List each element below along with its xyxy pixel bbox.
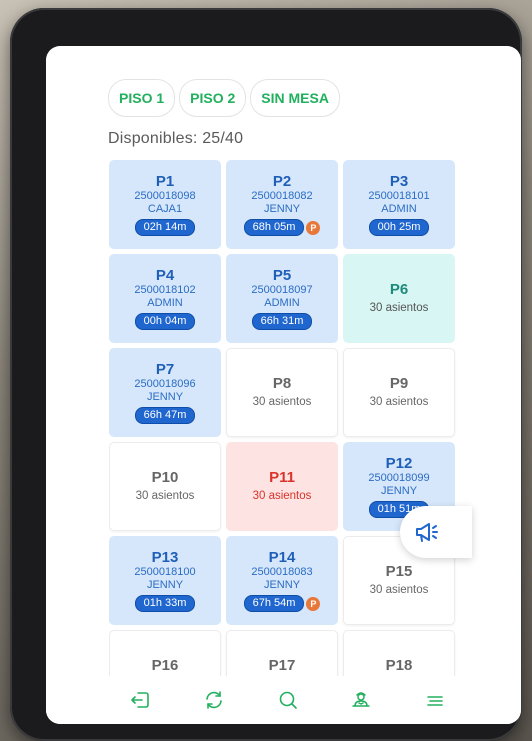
tab-sin-mesa[interactable]: SIN MESA: [250, 79, 340, 117]
announcement-button[interactable]: [400, 506, 472, 558]
order-number: 2500018099: [368, 472, 430, 484]
floor-tabs: PISO 1 PISO 2 SIN MESA: [108, 79, 340, 117]
refresh-icon[interactable]: [202, 688, 226, 712]
waiter-icon[interactable]: [349, 688, 373, 712]
elapsed-time-row: 00h 04m: [134, 313, 196, 330]
pending-badge: P: [306, 220, 321, 235]
table-card-p18[interactable]: P18: [343, 630, 455, 676]
table-name: P9: [389, 375, 409, 392]
elapsed-time-row: 00h 25m: [368, 219, 430, 236]
seat-count: 30 asientos: [369, 302, 429, 314]
elapsed-time-row: 67h 54m P: [243, 595, 321, 612]
elapsed-time-badge: 00h 04m: [134, 313, 196, 330]
waiter-name: ADMIN: [264, 297, 300, 309]
table-card-p3[interactable]: P3 2500018101 ADMIN 00h 25m: [343, 160, 455, 249]
order-number: 2500018096: [134, 378, 196, 390]
waiter-name: JENNY: [263, 579, 301, 591]
table-name: P4: [155, 267, 175, 284]
seat-count: 30 asientos: [252, 396, 312, 408]
table-card-p5[interactable]: P5 2500018097 ADMIN 66h 31m: [226, 254, 338, 343]
table-card-p9[interactable]: P9 30 asientos: [343, 348, 455, 437]
table-card-p8[interactable]: P8 30 asientos: [226, 348, 338, 437]
table-name: P1: [155, 173, 175, 190]
tablet-frame: PISO 1 PISO 2 SIN MESA Disponibles: 25/4…: [10, 8, 522, 741]
table-name: P17: [268, 657, 296, 674]
table-card-p2[interactable]: P2 2500018082 JENNY 68h 05m P: [226, 160, 338, 249]
seat-count: 30 asientos: [369, 584, 429, 596]
table-card-p17[interactable]: P17: [226, 630, 338, 676]
table-name: P12: [385, 455, 413, 472]
table-name: P3: [389, 173, 409, 190]
waiter-name: JENNY: [263, 203, 301, 215]
waiter-name: JENNY: [146, 391, 184, 403]
waiter-name: ADMIN: [381, 203, 417, 215]
waiter-name: CAJA1: [147, 203, 183, 215]
app-screen: PISO 1 PISO 2 SIN MESA Disponibles: 25/4…: [46, 46, 521, 724]
table-card-p14[interactable]: P14 2500018083 JENNY 67h 54m P: [226, 536, 338, 625]
table-name: P18: [385, 657, 413, 674]
tab-piso-1[interactable]: PISO 1: [108, 79, 176, 117]
elapsed-time-row: 01h 33m: [134, 595, 196, 612]
table-name: P11: [269, 469, 295, 486]
elapsed-time-row: 02h 14m: [134, 219, 196, 236]
order-number: 2500018083: [251, 566, 313, 578]
elapsed-time-row: 66h 31m: [251, 313, 313, 330]
seat-count: 30 asientos: [369, 396, 429, 408]
waiter-name: JENNY: [146, 579, 184, 591]
table-name: P7: [155, 361, 175, 378]
table-name: P8: [272, 375, 292, 392]
order-number: 2500018102: [134, 284, 196, 296]
elapsed-time-badge: 02h 14m: [134, 219, 196, 236]
table-name: P10: [151, 469, 179, 486]
waiter-name: JENNY: [380, 485, 418, 497]
seat-count: 30 asientos: [252, 490, 312, 502]
table-card-p16[interactable]: P16: [109, 630, 221, 676]
table-name: P14: [268, 549, 296, 566]
elapsed-time-badge: 00h 25m: [368, 219, 430, 236]
megaphone-icon: [414, 520, 440, 544]
elapsed-time-row: 68h 05m P: [243, 219, 321, 236]
table-name: P13: [151, 549, 179, 566]
waiter-name: ADMIN: [147, 297, 183, 309]
search-icon[interactable]: [276, 688, 300, 712]
elapsed-time-badge: 66h 31m: [251, 313, 313, 330]
pending-badge: P: [306, 596, 321, 611]
elapsed-time-row: 66h 47m: [134, 407, 196, 424]
table-card-p6[interactable]: P6 30 asientos: [343, 254, 455, 343]
elapsed-time-badge: 68h 05m: [243, 219, 305, 236]
tab-piso-2[interactable]: PISO 2: [179, 79, 247, 117]
tables-grid: P1 2500018098 CAJA1 02h 14m P2 2500018082 JENN…: [109, 160, 459, 676]
order-number: 2500018082: [251, 190, 313, 202]
elapsed-time-badge: 66h 47m: [134, 407, 196, 424]
order-number: 2500018097: [251, 284, 313, 296]
elapsed-time-badge: 01h 33m: [134, 595, 196, 612]
elapsed-time-badge: 67h 54m: [243, 595, 305, 612]
availability-count: Disponibles: 25/40: [108, 130, 244, 147]
table-card-p1[interactable]: P1 2500018098 CAJA1 02h 14m: [109, 160, 221, 249]
table-name: P15: [385, 563, 413, 580]
table-name: P6: [389, 281, 409, 298]
table-card-p7[interactable]: P7 2500018096 JENNY 66h 47m: [109, 348, 221, 437]
table-name: P5: [272, 267, 292, 284]
table-card-p4[interactable]: P4 2500018102 ADMIN 00h 04m: [109, 254, 221, 343]
logout-icon[interactable]: [128, 688, 152, 712]
seat-count: 30 asientos: [135, 490, 195, 502]
table-name: P2: [272, 173, 292, 190]
order-number: 2500018101: [368, 190, 430, 202]
order-number: 2500018100: [134, 566, 196, 578]
table-name: P16: [151, 657, 179, 674]
table-card-p13[interactable]: P13 2500018100 JENNY 01h 33m: [109, 536, 221, 625]
order-number: 2500018098: [134, 190, 196, 202]
table-card-p10[interactable]: P10 30 asientos: [109, 442, 221, 531]
bottom-navigation: [46, 676, 521, 724]
menu-icon[interactable]: [423, 688, 447, 712]
table-card-p11[interactable]: P11 30 asientos: [226, 442, 338, 531]
